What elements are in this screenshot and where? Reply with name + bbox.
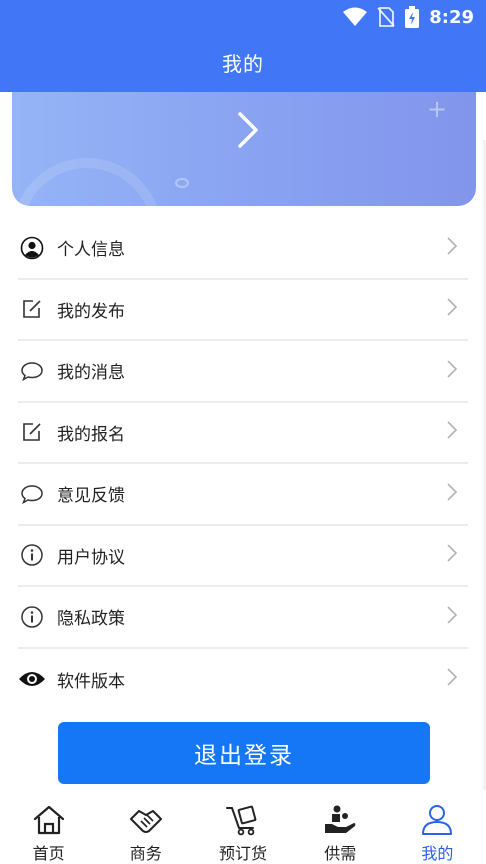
menu-item-my-registrations[interactable]: 我的报名 bbox=[18, 403, 468, 464]
menu-item-label: 意见反馈 bbox=[57, 486, 125, 507]
person-icon bbox=[18, 234, 46, 262]
cart-icon bbox=[225, 802, 261, 838]
chevron-right-icon[interactable] bbox=[234, 110, 262, 154]
chevron-right-icon bbox=[446, 236, 458, 260]
tab-label: 首页 bbox=[32, 844, 65, 863]
tab-mine[interactable]: 我的 bbox=[389, 794, 486, 864]
status-time: 8:29 bbox=[429, 6, 474, 28]
profile-menu: 个人信息 我的发布 我的消息 我的报名 意见反馈 用户协议 隐私政策 软件版本 bbox=[18, 218, 468, 710]
tab-supply-demand[interactable]: 供需 bbox=[292, 794, 389, 864]
page-title: 我的 bbox=[222, 52, 264, 76]
home-icon bbox=[32, 802, 66, 838]
menu-item-feedback[interactable]: 意见反馈 bbox=[18, 464, 468, 526]
edit-icon bbox=[18, 418, 46, 446]
chat-bubble-icon bbox=[18, 480, 46, 508]
menu-item-label: 个人信息 bbox=[57, 240, 125, 261]
status-bar: 8:29 bbox=[343, 4, 474, 30]
logout-button[interactable]: 退出登录 bbox=[58, 722, 430, 784]
menu-item-personal-info[interactable]: 个人信息 bbox=[18, 218, 468, 280]
tab-label: 供需 bbox=[324, 844, 357, 863]
user-icon bbox=[420, 802, 454, 838]
chevron-right-icon bbox=[446, 297, 458, 321]
app-header: 8:29 我的 bbox=[0, 0, 486, 92]
bottom-tab-bar: 首页 商务 预订货 供需 我的 bbox=[0, 794, 486, 864]
tab-preorder[interactable]: 预订货 bbox=[194, 794, 291, 864]
decorative-circle bbox=[12, 158, 162, 206]
tab-label: 商务 bbox=[129, 844, 162, 863]
tab-label: 我的 bbox=[421, 844, 454, 863]
chevron-right-icon bbox=[446, 482, 458, 506]
menu-item-user-agreement[interactable]: 用户协议 bbox=[18, 526, 468, 587]
chevron-right-icon bbox=[446, 543, 458, 567]
chevron-right-icon bbox=[446, 359, 458, 383]
battery-icon bbox=[405, 6, 420, 28]
chevron-right-icon bbox=[446, 667, 458, 691]
wifi-icon bbox=[343, 7, 368, 27]
info-icon bbox=[18, 603, 46, 631]
chevron-right-icon bbox=[446, 420, 458, 444]
chevron-right-icon bbox=[446, 605, 458, 629]
info-icon bbox=[18, 541, 46, 569]
decorative-ring bbox=[175, 178, 189, 188]
tab-home[interactable]: 首页 bbox=[0, 794, 97, 864]
menu-item-label: 我的报名 bbox=[57, 424, 125, 445]
menu-item-privacy-policy[interactable]: 隐私政策 bbox=[18, 587, 468, 649]
no-sim-icon bbox=[377, 7, 395, 27]
handshake-icon bbox=[129, 802, 163, 838]
tab-business[interactable]: 商务 bbox=[97, 794, 194, 864]
menu-item-my-posts[interactable]: 我的发布 bbox=[18, 280, 468, 341]
menu-item-software-version[interactable]: 软件版本 bbox=[18, 649, 468, 711]
eye-icon bbox=[18, 665, 46, 693]
menu-item-label: 隐私政策 bbox=[57, 609, 125, 630]
menu-item-label: 我的消息 bbox=[57, 363, 125, 384]
chat-bubble-icon bbox=[18, 357, 46, 385]
edit-icon bbox=[18, 295, 46, 323]
menu-item-label: 我的发布 bbox=[57, 301, 125, 322]
tab-label: 预订货 bbox=[219, 844, 268, 863]
decorative-plus-icon: + bbox=[427, 95, 448, 123]
supply-hand-icon bbox=[322, 802, 358, 838]
menu-item-label: 软件版本 bbox=[57, 671, 125, 692]
menu-item-label: 用户协议 bbox=[57, 547, 125, 568]
menu-item-my-messages[interactable]: 我的消息 bbox=[18, 341, 468, 403]
profile-banner[interactable]: + bbox=[12, 92, 476, 206]
